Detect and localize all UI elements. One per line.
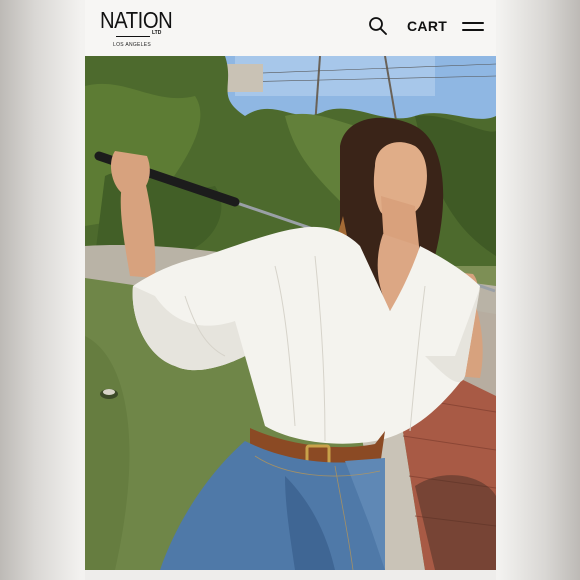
logo-divider — [116, 36, 150, 37]
logo-suffix: LTD — [152, 30, 162, 36]
cart-link[interactable]: CART — [407, 18, 447, 34]
site-header: NATION LTD LOS ANGELES CART — [85, 0, 496, 56]
hamburger-menu-icon[interactable] — [462, 19, 484, 35]
logo-location: LOS ANGELES — [113, 42, 152, 48]
hero-product-image[interactable] — [85, 56, 496, 570]
logo-wordmark: NATION — [100, 7, 173, 33]
brand-logo[interactable]: NATION LTD LOS ANGELES — [100, 7, 173, 51]
phone-frame: NATION LTD LOS ANGELES CART — [85, 0, 496, 580]
page-bottom-strip — [85, 570, 496, 580]
search-icon[interactable] — [368, 16, 388, 36]
